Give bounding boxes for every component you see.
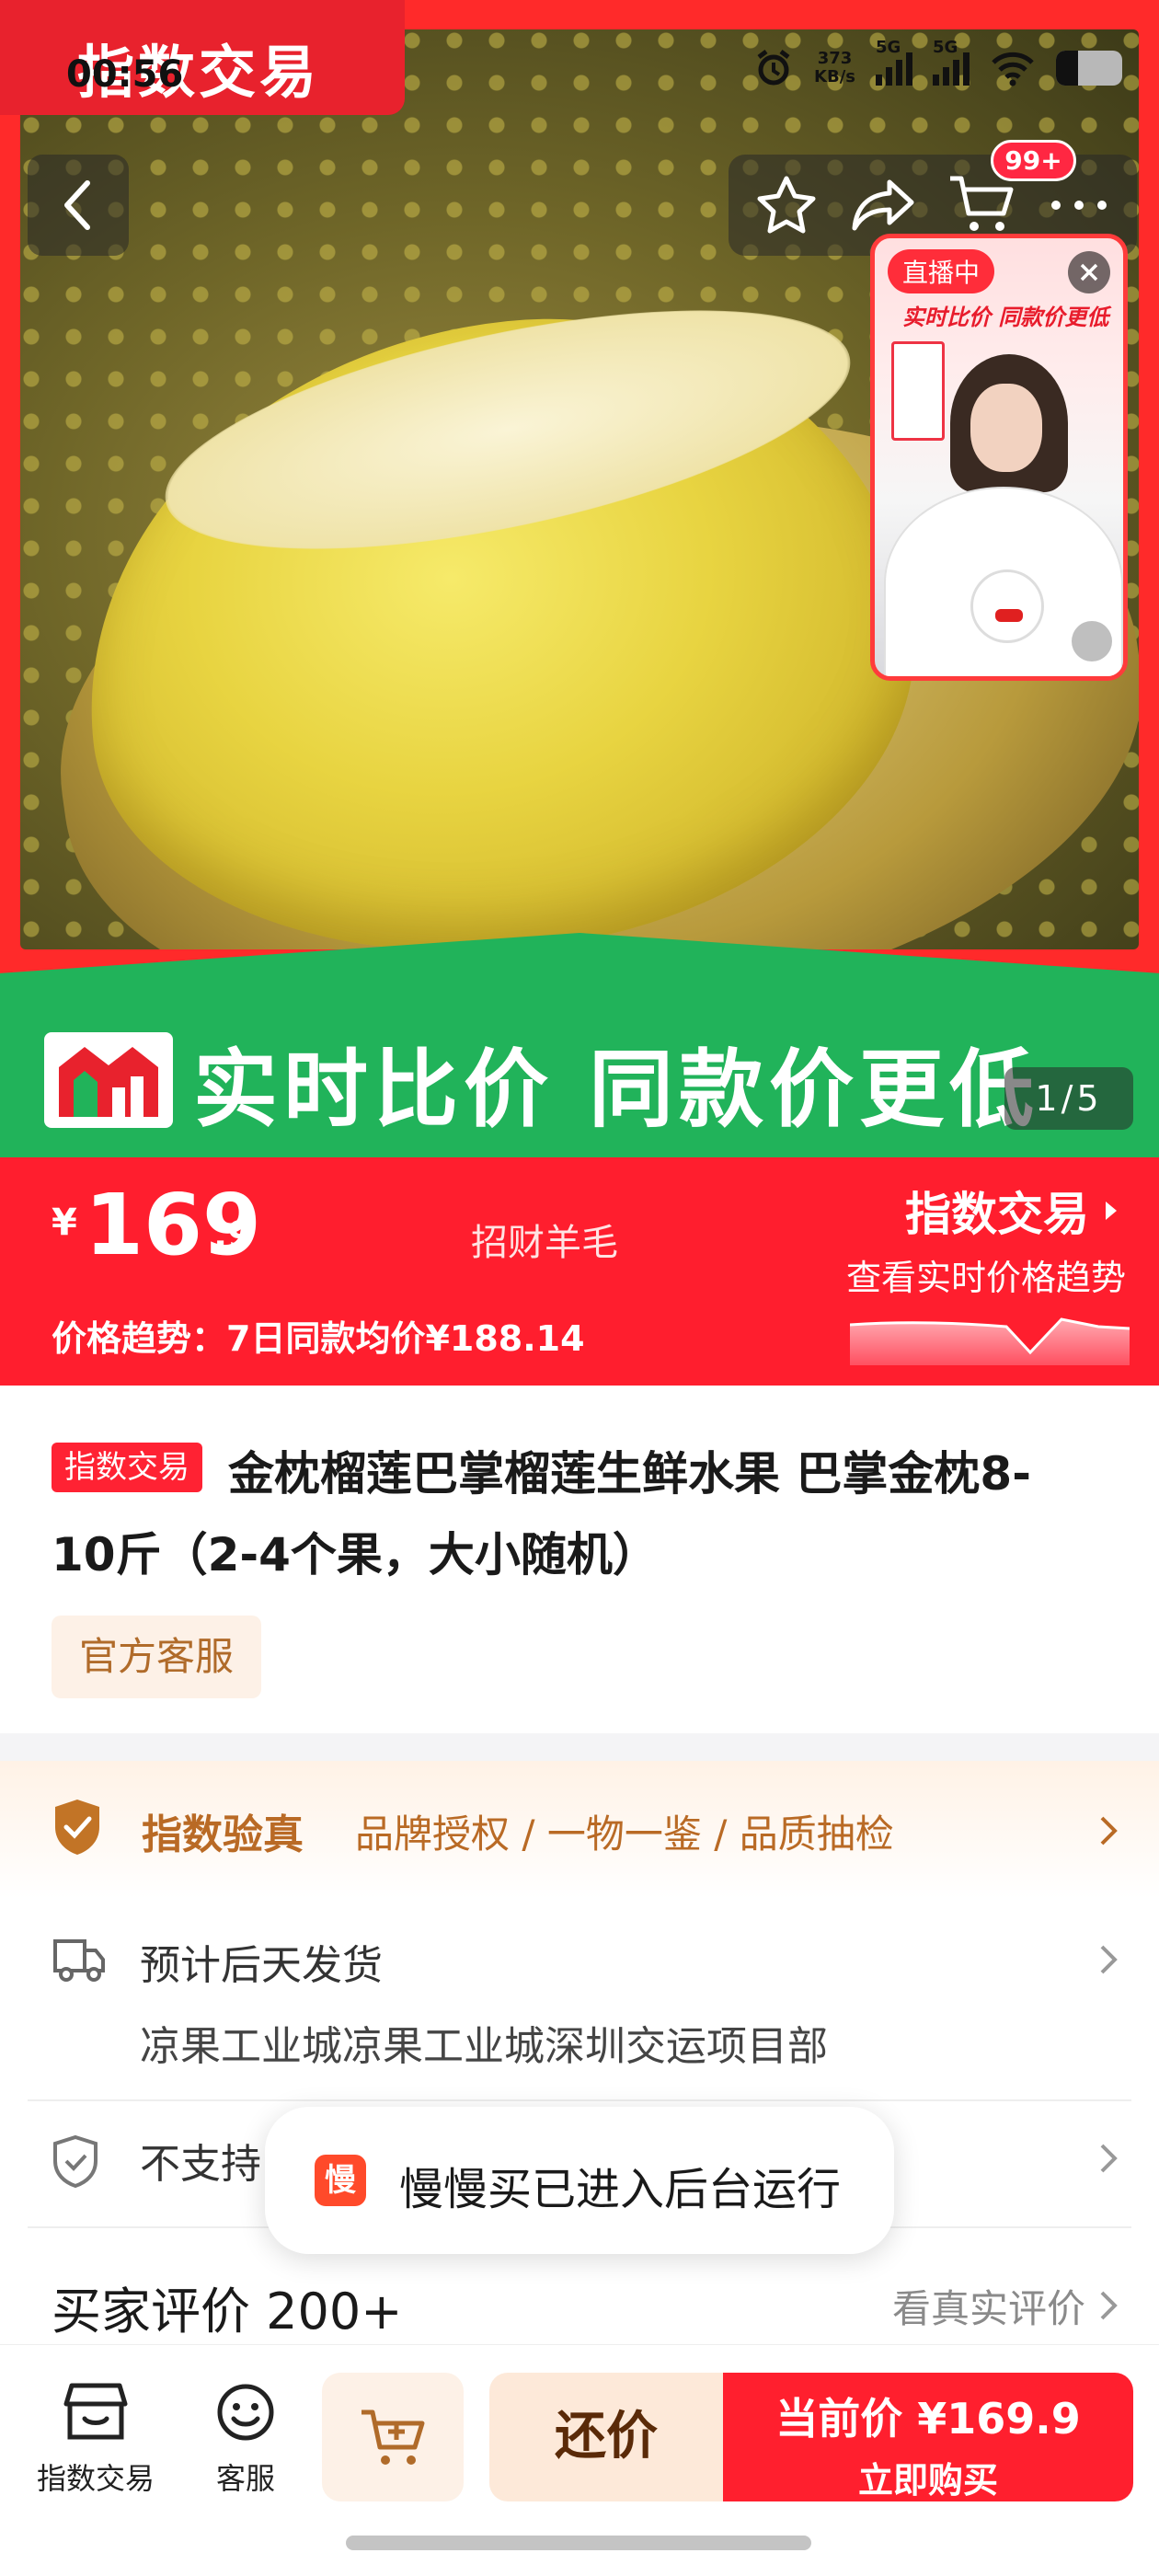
shield-check-icon <box>53 2134 98 2188</box>
shipping-estimate[interactable]: 预计后天发货 <box>140 1932 383 1991</box>
signal-icon-1: 5G <box>876 38 912 86</box>
store-icon <box>63 2383 128 2440</box>
live-badge: 直播中 <box>888 249 995 293</box>
price-trend-sparkline <box>850 1317 1130 1365</box>
star-favorite-icon[interactable] <box>754 173 819 237</box>
verify-shield-icon <box>55 1800 99 1855</box>
background-run-toast: 慢 慢慢买已进入后台运行 <box>265 2107 894 2254</box>
streamer-face <box>970 384 1042 472</box>
verify-desc: 品牌授权 / 一物一鉴 / 品质抽检 <box>355 1811 894 1857</box>
buy-now-button[interactable]: 当前价 ¥169.9 立即购买 <box>723 2373 1133 2501</box>
status-bar-icons: 373 KB/s 5G 5G <box>753 38 1122 88</box>
wifi-icon <box>992 52 1034 86</box>
price-strip: ¥ 169 .9 招财羊毛 指数交易 查看实时价格趋势 价格趋势：7日同款均价¥… <box>0 1157 1159 1386</box>
share-icon[interactable] <box>849 173 917 237</box>
title-brand-tag: 指数交易 <box>52 1443 202 1492</box>
mascot-dog <box>970 569 1044 643</box>
mute-icon[interactable] <box>1072 621 1112 661</box>
buy-current-price: 当前价 ¥169.9 <box>775 2394 1081 2444</box>
divider <box>28 2099 1131 2101</box>
status-time: 00:56 <box>66 53 184 96</box>
product-image-carousel[interactable]: 指数交易 00:56 373 KB/s 5G 5G 99+ 直播中 实时比价 同… <box>0 0 1159 1157</box>
product-info-card: 指数验真 品牌授权 / 一物一鉴 / 品质抽检 预计后天发货 凉果工业城凉果工业… <box>0 1761 1159 2368</box>
chevron-right-icon <box>1100 2144 1118 2173</box>
nav-service-label: 客服 <box>215 2461 275 2496</box>
more-icon[interactable] <box>1047 196 1111 214</box>
live-close-button[interactable] <box>1068 251 1110 293</box>
live-qr-screen <box>891 341 945 441</box>
reviews-title: 买家评价 200+ <box>52 2283 403 2340</box>
nav-store-button[interactable]: 指数交易 <box>37 2382 155 2498</box>
cart-plus-icon <box>361 2409 425 2465</box>
promo-label: 招财羊毛 <box>471 1222 618 1264</box>
close-icon <box>1080 263 1098 282</box>
product-title-line1: 金枕榴莲巴掌榴莲生鲜水果 巴掌金枕8- <box>228 1447 1031 1501</box>
net-speed: 373 KB/s <box>814 49 855 86</box>
triangle-right-icon <box>1106 1202 1117 1220</box>
brand-link[interactable]: 指数交易 <box>905 1178 1119 1244</box>
nav-store-label: 指数交易 <box>37 2461 155 2496</box>
chevron-right-icon <box>1100 2291 1118 2320</box>
add-to-cart-button[interactable] <box>322 2373 464 2501</box>
return-policy[interactable]: 不支持 <box>140 2131 261 2190</box>
banner-text: 实时比价 同款价更低 <box>193 1041 1040 1139</box>
reviews-link[interactable]: 看真实评价 <box>892 2278 1085 2334</box>
nav-service-button[interactable]: 客服 <box>213 2382 278 2498</box>
truck-icon <box>53 1939 105 1982</box>
chevron-left-icon <box>64 180 90 230</box>
product-title-line2: 10斤（2-4个果，大小随机） <box>52 1528 659 1581</box>
live-slogan: 实时比价 同款价更低 <box>902 305 1109 330</box>
app-watermark-tag: 指数交易 <box>0 0 405 115</box>
product-title-card: 指数交易 金枕榴莲巴掌榴莲生鲜水果 巴掌金枕8- 10斤（2-4个果，大小随机）… <box>0 1386 1159 1733</box>
manmanmai-logo: 慢 <box>315 2155 366 2206</box>
price-trend-link[interactable]: 查看实时价格趋势 <box>846 1249 1126 1300</box>
buy-now-label: 立即购买 <box>857 2460 998 2501</box>
battery-icon <box>1056 51 1122 86</box>
toast-text: 慢慢买已进入后台运行 <box>399 2164 842 2215</box>
back-button[interactable] <box>28 155 129 256</box>
bargain-button[interactable]: 还价 <box>489 2373 723 2501</box>
home-indicator[interactable] <box>346 2536 811 2550</box>
cart-button[interactable]: 99+ <box>947 140 1076 239</box>
cart-count-badge: 99+ <box>991 140 1076 181</box>
smiley-service-icon <box>217 2384 274 2441</box>
image-pager: 1/5 <box>1004 1067 1133 1130</box>
live-stream-window[interactable]: 直播中 实时比价 同款价更低 <box>870 234 1128 681</box>
banner-logo <box>44 1032 173 1128</box>
product-page: 指数交易 00:56 373 KB/s 5G 5G 99+ 直播中 实时比价 同… <box>0 0 1159 2576</box>
price-decimal: .9 <box>213 1214 254 1257</box>
alarm-icon <box>757 50 790 86</box>
shipping-address: 凉果工业城凉果工业城深圳交运项目部 <box>140 2023 828 2070</box>
brand-link-text: 指数交易 <box>905 1188 1089 1241</box>
verify-row[interactable]: 指数验真 品牌授权 / 一物一鉴 / 品质抽检 <box>0 1761 1159 1899</box>
price-trend-text: 价格趋势：7日同款均价¥188.14 <box>52 1318 585 1359</box>
chevron-right-icon <box>1100 1945 1118 1974</box>
official-service-tag[interactable]: 官方客服 <box>52 1616 262 1698</box>
price-currency: ¥ <box>52 1202 77 1244</box>
chevron-right-icon <box>1100 1816 1118 1846</box>
verify-title: 指数验真 <box>142 1811 304 1858</box>
signal-icon-2: 5G <box>933 38 970 86</box>
